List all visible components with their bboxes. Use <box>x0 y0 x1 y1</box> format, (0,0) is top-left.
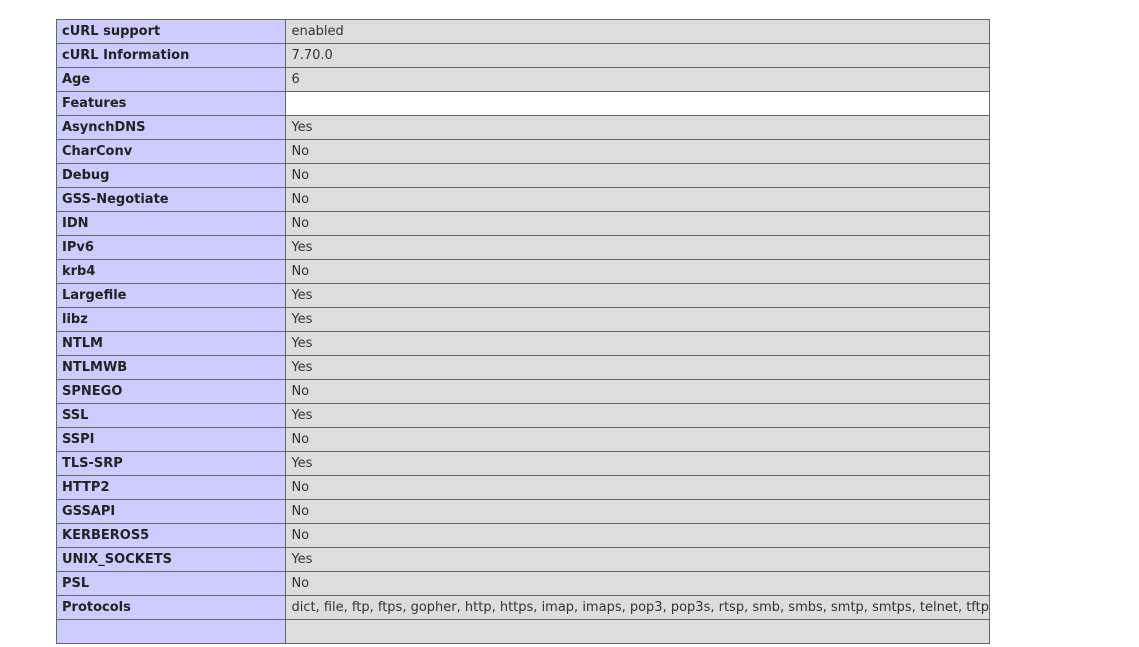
table-row: HTTP2 No <box>55 475 990 500</box>
row-key: Age <box>55 67 287 92</box>
row-key: NTLMWB <box>55 355 287 380</box>
row-value: enabled <box>285 19 990 44</box>
row-key: AsynchDNS <box>55 115 287 140</box>
row-value: No <box>285 379 990 404</box>
table-row: krb4 No <box>55 259 990 284</box>
row-key: cURL support <box>55 19 287 44</box>
table-row: AsynchDNS Yes <box>55 115 990 140</box>
row-value: No <box>285 211 990 236</box>
row-key: KERBEROS5 <box>55 523 287 548</box>
row-key: CharConv <box>55 139 287 164</box>
table-row: Debug No <box>55 163 990 188</box>
row-key: cURL Information <box>55 43 287 68</box>
row-value: 7.70.0 <box>285 43 990 68</box>
row-value: Yes <box>285 115 990 140</box>
table-row <box>55 619 990 644</box>
row-value <box>285 91 990 116</box>
table-row: cURL support enabled <box>55 19 990 44</box>
table-row: SSL Yes <box>55 403 990 428</box>
row-value: Yes <box>285 547 990 572</box>
table-row: Protocols dict, file, ftp, ftps, gopher, … <box>55 595 990 620</box>
row-key: GSSAPI <box>55 499 287 524</box>
curl-info-table: cURL support enabled cURL Information 7.70.… <box>55 19 990 644</box>
row-key: IPv6 <box>55 235 287 260</box>
table-row: GSSAPI No <box>55 499 990 524</box>
row-value: Yes <box>285 403 990 428</box>
row-key: Debug <box>55 163 287 188</box>
table-row: CharConv No <box>55 139 990 164</box>
row-value: No <box>285 139 990 164</box>
table-row: GSS-Negotiate No <box>55 187 990 212</box>
row-value: No <box>285 571 990 596</box>
row-value: No <box>285 163 990 188</box>
row-key: GSS-Negotiate <box>55 187 287 212</box>
row-value: No <box>285 259 990 284</box>
row-value: Yes <box>285 355 990 380</box>
row-key: TLS-SRP <box>55 451 287 476</box>
row-key: Features <box>55 91 287 116</box>
row-key: PSL <box>55 571 287 596</box>
table-row: SSPI No <box>55 427 990 452</box>
table-row: cURL Information 7.70.0 <box>55 43 990 68</box>
table-row: Features <box>55 91 990 116</box>
row-key: Protocols <box>55 595 287 620</box>
row-value: Yes <box>285 235 990 260</box>
table-row: KERBEROS5 No <box>55 523 990 548</box>
row-value: No <box>285 499 990 524</box>
table-row: UNIX_SOCKETS Yes <box>55 547 990 572</box>
row-value <box>285 619 990 644</box>
table-row: Largefile Yes <box>55 283 990 308</box>
phpinfo-page: cURL support enabled cURL Information 7.70.… <box>0 0 1139 647</box>
row-key: Largefile <box>55 283 287 308</box>
row-key: libz <box>55 307 287 332</box>
row-key <box>55 619 287 644</box>
row-value: Yes <box>285 451 990 476</box>
table-row: NTLM Yes <box>55 331 990 356</box>
row-key: SSL <box>55 403 287 428</box>
table-body: cURL support enabled cURL Information 7.70.… <box>55 19 990 644</box>
table-row: IPv6 Yes <box>55 235 990 260</box>
row-value: Yes <box>285 283 990 308</box>
row-key: UNIX_SOCKETS <box>55 547 287 572</box>
row-value: No <box>285 187 990 212</box>
table-row: NTLMWB Yes <box>55 355 990 380</box>
row-key: SSPI <box>55 427 287 452</box>
row-key: IDN <box>55 211 287 236</box>
row-key: SPNEGO <box>55 379 287 404</box>
table-row: libz Yes <box>55 307 990 332</box>
table-row: PSL No <box>55 571 990 596</box>
row-value: No <box>285 427 990 452</box>
table-row: IDN No <box>55 211 990 236</box>
row-key: krb4 <box>55 259 287 284</box>
table-row: SPNEGO No <box>55 379 990 404</box>
row-key: HTTP2 <box>55 475 287 500</box>
row-key: NTLM <box>55 331 287 356</box>
table-row: TLS-SRP Yes <box>55 451 990 476</box>
row-value: Yes <box>285 307 990 332</box>
row-value: Yes <box>285 331 990 356</box>
row-value: dict, file, ftp, ftps, gopher, http, htt… <box>285 595 990 620</box>
row-value: 6 <box>285 67 990 92</box>
row-value: No <box>285 523 990 548</box>
table-row: Age 6 <box>55 67 990 92</box>
row-value: No <box>285 475 990 500</box>
